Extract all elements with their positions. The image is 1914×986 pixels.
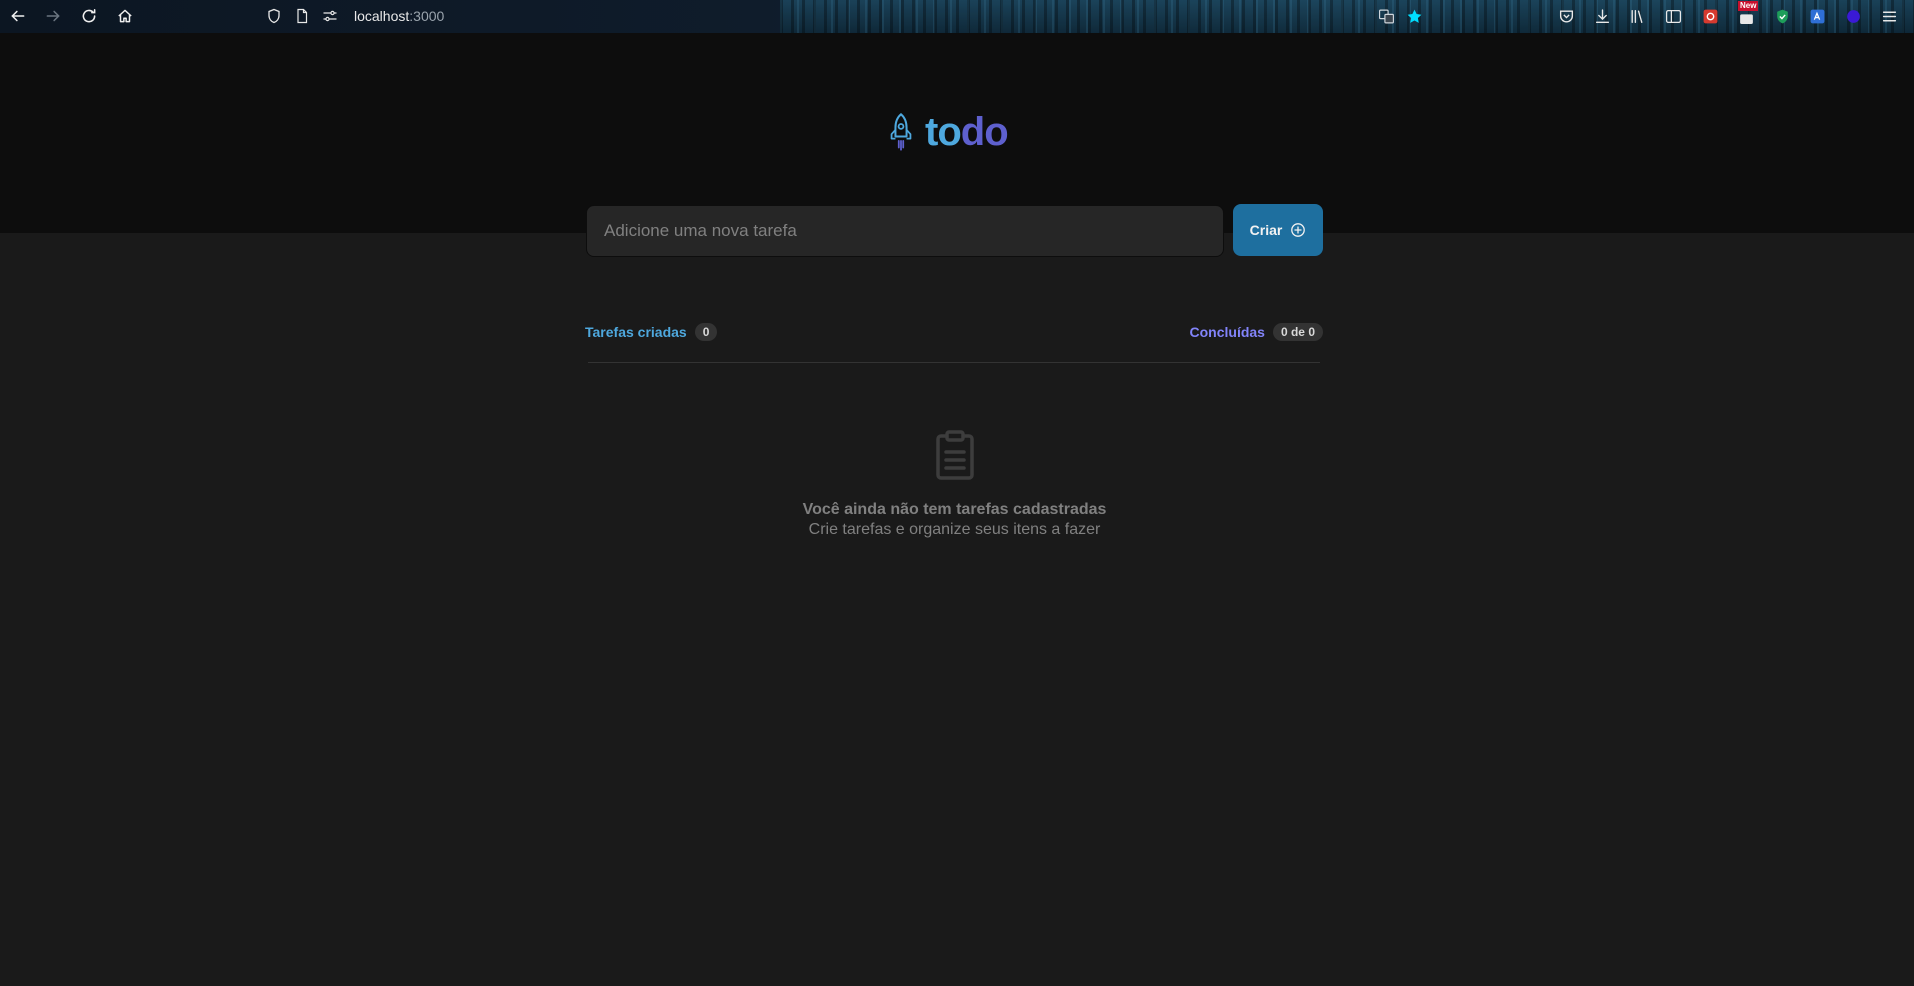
created-count-badge: 0 (694, 323, 718, 341)
star-icon (1407, 9, 1421, 23)
rocket-icon (890, 113, 912, 151)
home-icon (118, 9, 132, 23)
task-counters: Tarefas criadas 0 Concluídas 0 de 0 (585, 321, 1323, 343)
extension-purple-icon (1846, 9, 1860, 23)
url-text[interactable]: localhost:3000 (354, 8, 444, 24)
clipboard-icon (935, 430, 974, 480)
sidebar-button[interactable] (1662, 4, 1684, 28)
done-counter: Concluídas 0 de 0 (1189, 323, 1323, 341)
sidebar-icon (1665, 9, 1681, 23)
empty-title: Você ainda não tem tarefas cadastradas (802, 501, 1107, 518)
forward-button[interactable] (38, 2, 68, 30)
home-button[interactable] (110, 2, 140, 30)
created-counter: Tarefas criadas 0 (585, 323, 718, 341)
bookmark-star-button[interactable] (1403, 4, 1425, 28)
url-port: :3000 (409, 8, 445, 24)
back-button[interactable] (3, 2, 33, 30)
url-bar[interactable]: localhost:3000 (266, 4, 444, 28)
logo-wordmark: todo (925, 109, 1009, 155)
new-task-placeholder: Adicione uma nova tarefa (604, 221, 797, 240)
extension-new-button[interactable]: New (1735, 1, 1759, 28)
extension-red-button[interactable] (1699, 4, 1721, 28)
plus-circle-icon (1291, 223, 1306, 237)
created-label: Tarefas criadas (585, 324, 687, 340)
extension-green-button[interactable] (1771, 4, 1793, 28)
empty-subtitle: Crie tarefas e organize seus itens a faz… (808, 521, 1101, 538)
menu-button[interactable] (1878, 4, 1900, 28)
pocket-button[interactable] (1555, 4, 1577, 28)
logo-text-do: do (960, 109, 1009, 154)
done-count-badge: 0 de 0 (1272, 323, 1323, 341)
url-host: localhost (354, 8, 410, 24)
shield-check-icon (1776, 9, 1788, 23)
logo-text-to: to (925, 109, 962, 154)
translate-icon (1378, 9, 1394, 23)
new-task-input[interactable]: Adicione uma nova tarefa (586, 205, 1224, 257)
download-icon (1595, 8, 1609, 23)
library-icon (1630, 9, 1642, 23)
shield-icon (268, 8, 280, 24)
create-button-label: Criar (1249, 222, 1283, 238)
translate-button[interactable] (1375, 4, 1397, 28)
app-logo: todo (887, 109, 1009, 155)
reload-icon (82, 9, 96, 23)
library-button[interactable] (1626, 4, 1648, 28)
create-task-button[interactable]: Criar (1233, 204, 1323, 256)
extension-red-icon (1703, 9, 1717, 23)
translator-icon (1810, 9, 1824, 23)
arrow-right-icon (46, 10, 60, 22)
empty-state: Você ainda não tem tarefas cadastradas C… (700, 428, 1209, 539)
reload-button[interactable] (74, 2, 104, 30)
pocket-icon (1559, 9, 1573, 22)
hamburger-menu-icon (1882, 11, 1896, 21)
extension-translate-button[interactable] (1806, 4, 1828, 28)
arrow-left-icon (11, 10, 25, 22)
new-badge: New (1738, 1, 1759, 11)
connection-settings-icon (323, 10, 337, 22)
browser-toolbar: localhost:3000 New (0, 0, 1914, 33)
list-divider (588, 362, 1320, 363)
page-icon (297, 8, 308, 24)
downloads-button[interactable] (1591, 4, 1613, 28)
extension-purple-button[interactable] (1842, 4, 1864, 28)
done-label: Concluídas (1189, 324, 1265, 340)
